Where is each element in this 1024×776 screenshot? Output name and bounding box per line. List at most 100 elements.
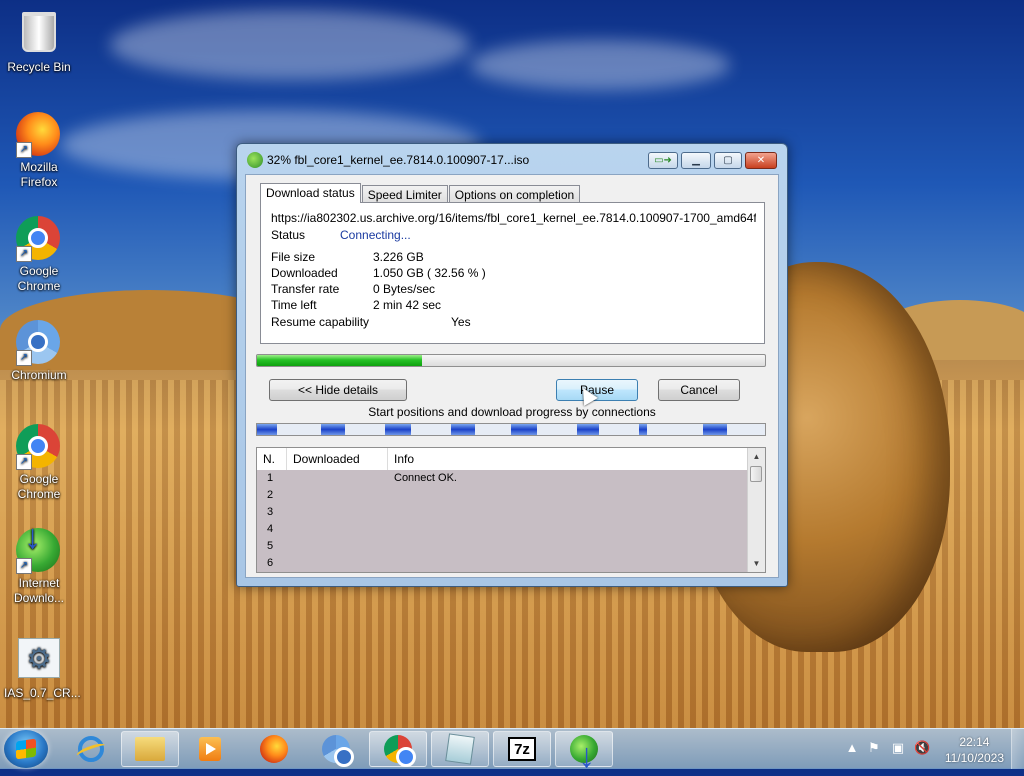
- file-size-row: File size 3.226 GB: [271, 250, 424, 264]
- column-header[interactable]: Downloaded: [287, 448, 388, 470]
- taskbar-idm[interactable]: [555, 731, 613, 776]
- resume-capability-row: Resume capability Yes: [271, 315, 471, 329]
- row-number: 1: [267, 472, 274, 484]
- scroll-up-icon[interactable]: ▲: [748, 448, 765, 465]
- system-tray: ▲ ⚑ ▣ 🔇 22:14 11/10/2023: [844, 729, 1024, 769]
- taskbar-file-explorer[interactable]: [121, 731, 179, 767]
- network-icon[interactable]: ▣: [890, 740, 906, 756]
- shortcut-arrow-icon: ↗: [16, 454, 32, 470]
- desktop-icon-firefox[interactable]: ↗ Mozilla Firefox: [4, 112, 74, 190]
- table-scrollbar[interactable]: ▲ ▼: [747, 448, 765, 572]
- taskbar-7zip[interactable]: 7z: [493, 731, 551, 767]
- status-value: Connecting...: [340, 228, 411, 242]
- taskbar-notepad[interactable]: [431, 731, 489, 767]
- show-desktop-button[interactable]: [1011, 729, 1024, 769]
- shortcut-arrow-icon: ↗: [16, 246, 32, 262]
- firefox-icon: [260, 735, 288, 763]
- file-explorer-icon: [135, 737, 165, 761]
- taskbar-media-player[interactable]: [181, 731, 239, 767]
- connection-segment: [451, 424, 475, 435]
- desktop-icon-label: Internet Downlo...: [13, 576, 65, 605]
- close-button[interactable]: ✕: [745, 152, 777, 169]
- table-row[interactable]: 3: [257, 504, 748, 521]
- shortcut-arrow-icon: ↗: [16, 350, 32, 366]
- row-number: 2: [267, 489, 274, 501]
- window-title: 32% fbl_core1_kernel_ee.7814.0.100907-17…: [267, 153, 530, 167]
- status-row: Status Connecting...: [271, 228, 411, 242]
- time-left-row: Time left 2 min 42 sec: [271, 298, 441, 312]
- clock[interactable]: 22:14 11/10/2023: [945, 734, 1004, 766]
- internet-explorer-icon: [78, 736, 104, 762]
- clock-date: 11/10/2023: [944, 751, 1004, 765]
- table-row[interactable]: 1 Connect OK.: [257, 470, 748, 487]
- taskbar-chrome[interactable]: [369, 731, 427, 767]
- detail-label: File size: [271, 250, 316, 264]
- cancel-button[interactable]: Cancel: [658, 379, 740, 401]
- desktop-icon-label: Google Chrome: [17, 472, 61, 501]
- connection-segment: [703, 424, 727, 435]
- row-info: Connect OK.: [394, 472, 457, 484]
- table-row[interactable]: 4: [257, 521, 748, 538]
- tab-strip: Download status Speed Limiter Options on…: [260, 183, 581, 203]
- row-number: 3: [267, 506, 274, 518]
- detail-value: 3.226 GB: [373, 250, 424, 264]
- scroll-down-icon[interactable]: ▼: [748, 555, 765, 572]
- desktop-icon-chromium[interactable]: ↗ Chromium: [4, 320, 74, 383]
- downloaded-row: Downloaded 1.050 GB ( 32.56 % ): [271, 266, 486, 280]
- idm-icon: [570, 735, 598, 776]
- taskbar-firefox[interactable]: [245, 731, 303, 767]
- chromium-icon: [322, 735, 354, 767]
- maximize-button[interactable]: ▢: [714, 152, 742, 169]
- row-number: 4: [267, 523, 274, 535]
- download-status-pane: https://ia802302.us.archive.org/16/items…: [260, 202, 765, 344]
- detail-value: 1.050 GB ( 32.56 % ): [373, 266, 486, 280]
- desktop-icons: Recycle Bin ↗ Mozilla Firefox ↗ Google C…: [0, 0, 81, 720]
- detail-label: Resume capability: [271, 315, 370, 329]
- minimize-to-tray-button[interactable]: ▭➜: [648, 152, 678, 169]
- volume-muted-icon[interactable]: 🔇: [914, 740, 930, 756]
- window-client: Download status Speed Limiter Options on…: [245, 174, 779, 578]
- desktop-icon-label: Mozilla Firefox: [20, 160, 58, 189]
- desktop-icon-ias[interactable]: ⚙ IAS_0.7_CR...: [4, 634, 81, 701]
- desktop-icon-chrome[interactable]: ↗ Google Chrome: [4, 216, 74, 294]
- download-url: https://ia802302.us.archive.org/16/items…: [271, 211, 756, 225]
- scroll-thumb[interactable]: [750, 466, 762, 482]
- cloud: [470, 40, 730, 90]
- minimize-button[interactable]: ▁: [681, 152, 711, 169]
- tab-download-status[interactable]: Download status: [260, 183, 361, 203]
- column-header[interactable]: N.: [257, 448, 287, 470]
- table-header: N. Downloaded Info: [257, 448, 748, 471]
- tab-options-on-completion[interactable]: Options on completion: [448, 185, 581, 203]
- download-window: 32% fbl_core1_kernel_ee.7814.0.100907-17…: [236, 143, 788, 587]
- minimize-icon: ▁: [692, 155, 700, 166]
- status-label: Status: [271, 228, 306, 242]
- connection-segment: [257, 424, 277, 435]
- connection-segment: [321, 424, 345, 435]
- table-body: 1 Connect OK. 2 3 4 5 6: [257, 470, 748, 572]
- connection-segment: [385, 424, 411, 435]
- row-number: 5: [267, 540, 274, 552]
- desktop-icon-idm[interactable]: ↗ Internet Downlo...: [4, 528, 74, 606]
- desktop-icon-chrome-2[interactable]: ↗ Google Chrome: [4, 424, 74, 502]
- connection-segment: [639, 424, 647, 435]
- detail-value: 2 min 42 sec: [373, 298, 442, 312]
- connections-table: N. Downloaded Info 1 Connect OK. 2 3 4 5 …: [256, 447, 766, 573]
- table-row[interactable]: 5: [257, 538, 748, 555]
- shortcut-arrow-icon: ↗: [16, 142, 32, 158]
- tab-speed-limiter[interactable]: Speed Limiter: [361, 185, 448, 203]
- table-row[interactable]: 6: [257, 555, 748, 572]
- table-row[interactable]: 2: [257, 487, 748, 504]
- 7zip-icon: 7z: [508, 737, 536, 761]
- clock-time: 22:14: [959, 735, 990, 749]
- hide-details-button[interactable]: << Hide details: [269, 379, 407, 401]
- column-header[interactable]: Info: [388, 448, 750, 470]
- show-hidden-icons-icon[interactable]: ▲: [844, 740, 860, 756]
- idm-icon: [247, 152, 263, 168]
- action-center-flag-icon[interactable]: ⚑: [866, 740, 882, 756]
- desktop-icon-recycle-bin[interactable]: Recycle Bin: [4, 8, 74, 75]
- taskbar-internet-explorer[interactable]: [62, 731, 120, 767]
- taskbar-chromium[interactable]: [307, 731, 365, 767]
- title-bar[interactable]: 32% fbl_core1_kernel_ee.7814.0.100907-17…: [237, 144, 787, 176]
- detail-label: Transfer rate: [271, 282, 340, 296]
- start-button[interactable]: [4, 730, 48, 768]
